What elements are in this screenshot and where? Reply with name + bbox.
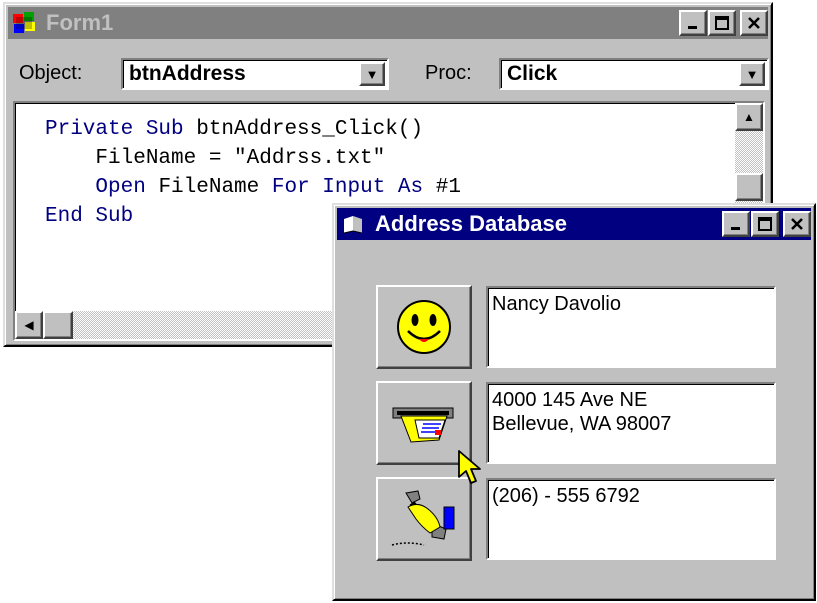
phone-field[interactable]: (206) - 555 6792 [486,478,776,560]
maximize-button[interactable] [708,10,736,36]
proc-label: Proc: [425,62,472,84]
close-button[interactable] [783,211,811,237]
window-title: Form1 [46,10,114,35]
name-value: Nancy Davolio [492,293,621,315]
arrow-cursor-icon [458,450,481,484]
vertical-scroll-thumb[interactable] [735,173,763,201]
phone-button[interactable] [376,477,472,561]
proc-value: Click [507,62,558,85]
telephone-icon [391,490,455,546]
smiley-face-icon [397,300,451,354]
code-text-segment: #1 [423,176,461,199]
address-database-window: Address Database Nancy Davolio 4000 145 … [332,203,816,601]
code-text-segment [45,176,95,199]
arrow-left-icon: ◀ [24,318,34,332]
code-text-segment: FileName [145,176,272,199]
minimize-icon [731,227,740,230]
address-field[interactable]: 4000 145 Ave NE Bellevue, WA 98007 [486,382,776,464]
minimize-icon [688,26,697,29]
minimize-button[interactable] [722,211,750,237]
name-button[interactable] [376,285,472,369]
close-icon [748,17,760,29]
code-keyword: For Input As [271,176,424,199]
code-text-segment: FileName = "Addrss.txt" [45,147,386,170]
object-combo[interactable]: btnAddress ▼ [121,58,389,90]
vb-form-icon[interactable] [12,10,40,36]
horizontal-scroll-thumb[interactable] [43,311,73,339]
close-button[interactable] [740,10,768,36]
scroll-up-button[interactable]: ▲ [735,103,763,131]
maximize-icon [715,16,729,30]
address-line-1: 4000 145 Ave NE [492,389,648,411]
object-label: Object: [19,62,83,84]
app-icon[interactable] [341,211,369,237]
code-selector-bar: Object: btnAddress ▼ Proc: Click ▼ [19,54,769,94]
maximize-icon [758,217,772,231]
code-keyword: End Sub [45,205,134,228]
code-keyword: Private Sub [45,118,184,141]
arrow-up-icon: ▲ [743,110,755,124]
minimize-button[interactable] [679,10,707,36]
close-icon [791,218,803,230]
object-value: btnAddress [129,62,246,85]
code-window-titlebar[interactable]: Form1 [8,7,768,39]
window-title: Address Database [375,211,567,236]
proc-combo[interactable]: Click ▼ [499,58,769,90]
address-line-2: Bellevue, WA 98007 [492,413,672,435]
code-text-segment: btnAddress_Click() [183,118,424,141]
chevron-down-icon: ▼ [745,66,759,82]
phone-value: (206) - 555 6792 [492,485,640,507]
chevron-down-icon: ▼ [365,66,379,82]
horizontal-scrollbar[interactable]: ◀ [15,311,355,339]
object-dropdown-button[interactable]: ▼ [359,62,385,86]
maximize-button[interactable] [751,211,779,237]
address-window-titlebar[interactable]: Address Database [337,208,811,240]
proc-dropdown-button[interactable]: ▼ [739,62,765,86]
scroll-left-button[interactable]: ◀ [15,311,43,339]
code-keyword: Open [95,176,146,199]
name-field[interactable]: Nancy Davolio [486,286,776,368]
envelope-slot-icon [392,407,454,443]
